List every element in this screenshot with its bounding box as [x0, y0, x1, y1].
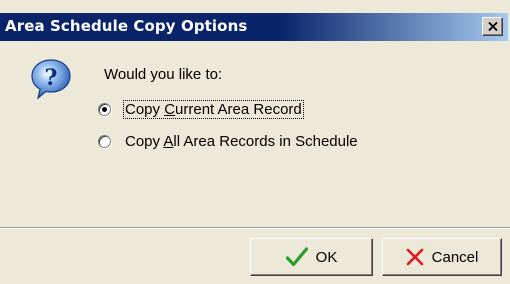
title-bar[interactable]: Area Schedule Copy Options	[0, 13, 508, 41]
x-icon	[406, 248, 423, 266]
option-label-copy-current[interactable]: Copy Current Area Record	[123, 99, 304, 119]
question-icon: ?	[31, 59, 71, 100]
option-copy-all[interactable]: Copy All Area Records in Schedule	[98, 131, 360, 151]
window-title: Area Schedule Copy Options	[5, 17, 248, 35]
close-icon	[488, 22, 498, 31]
close-button[interactable]	[482, 17, 503, 36]
button-separator	[0, 227, 510, 229]
dialog-body: ? Would you like to: Copy Current Area R…	[0, 41, 510, 284]
option-label-copy-all[interactable]: Copy All Area Records in Schedule	[123, 132, 360, 151]
dialog-window: Area Schedule Copy Options ? Would you l…	[0, 0, 510, 284]
ok-label: OK	[315, 248, 338, 266]
radio-copy-all[interactable]	[98, 134, 111, 148]
option-copy-current[interactable]: Copy Current Area Record	[98, 99, 304, 119]
svg-text:?: ?	[45, 65, 58, 91]
cancel-button[interactable]: Cancel	[382, 238, 502, 276]
prompt-text: Would you like to:	[104, 66, 223, 83]
checkmark-icon	[285, 247, 308, 267]
ok-button[interactable]: OK	[250, 238, 373, 276]
cancel-label: Cancel	[431, 248, 479, 266]
radio-copy-current[interactable]	[98, 102, 111, 116]
